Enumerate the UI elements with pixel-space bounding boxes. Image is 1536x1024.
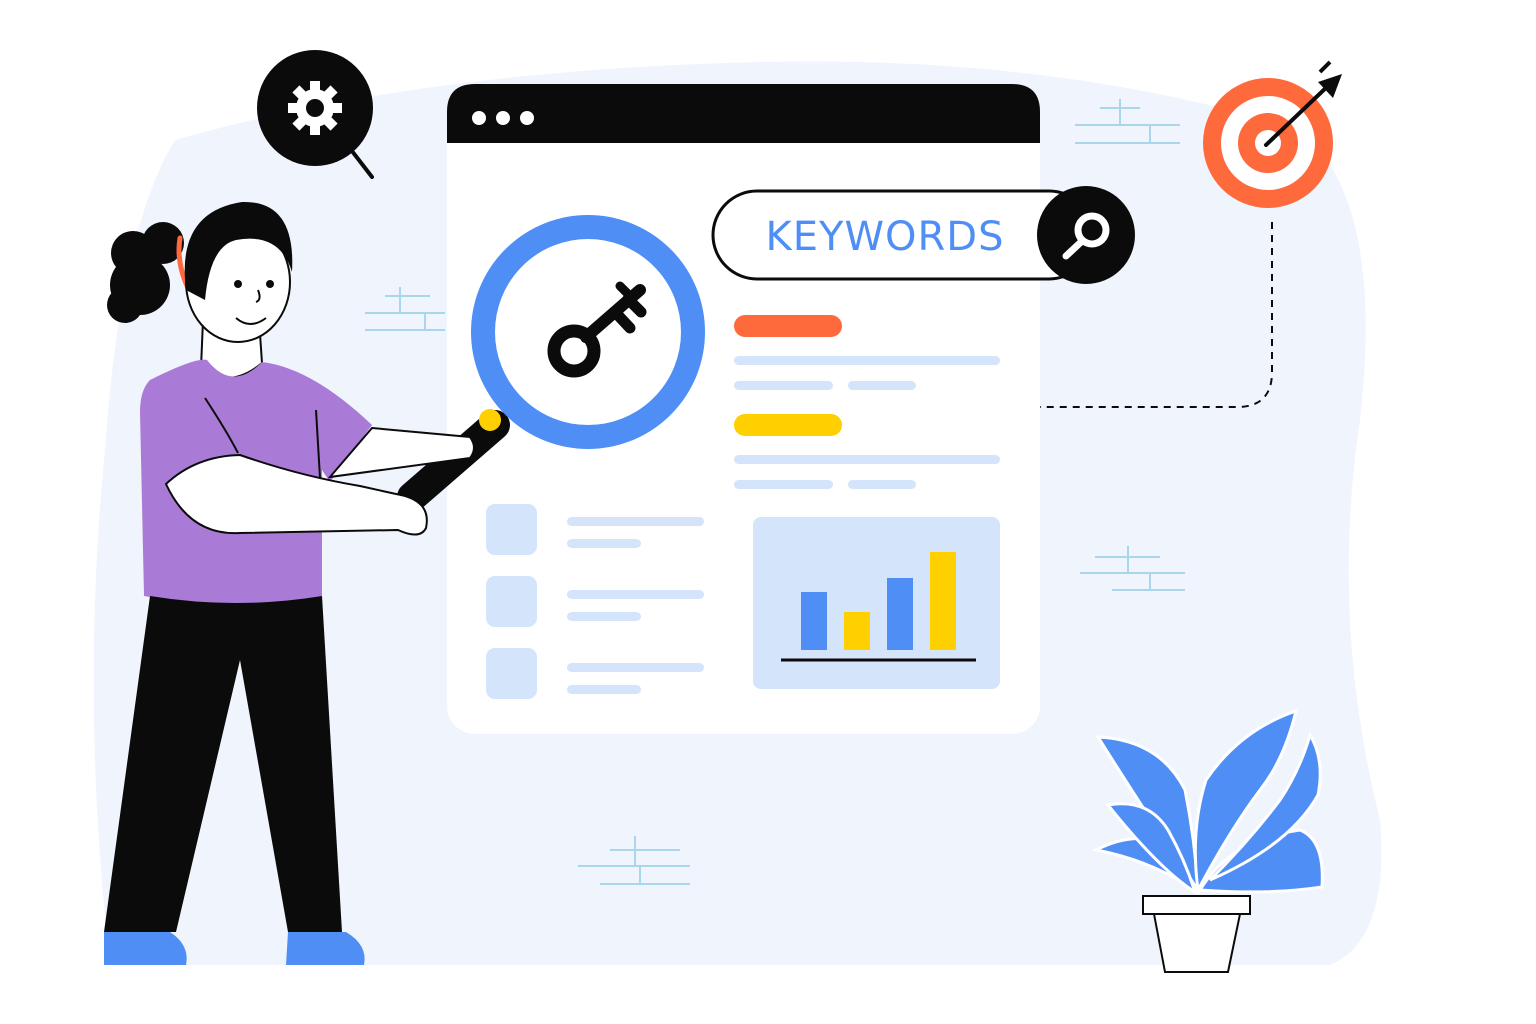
search-keyword-text: KEYWORDS: [766, 214, 1005, 260]
text-line: [734, 455, 1000, 464]
text-line: [734, 381, 833, 390]
chart-bar: [844, 612, 870, 650]
chart-panel: [753, 517, 1000, 689]
window-dot: [496, 111, 510, 125]
illustration: KEYWORDS: [93, 50, 1382, 973]
browser-titlebar: [447, 84, 1040, 143]
search-bar[interactable]: KEYWORDS: [711, 186, 1135, 284]
window-dot: [520, 111, 534, 125]
text-line: [734, 480, 833, 489]
text-line: [734, 356, 1000, 365]
heading-bar-yellow: [734, 414, 842, 436]
chart-bar: [801, 592, 827, 650]
chart-bar: [930, 552, 956, 650]
heading-bar-orange: [734, 315, 842, 337]
window-dot: [472, 111, 486, 125]
text-line: [848, 381, 916, 390]
search-icon[interactable]: [1037, 186, 1135, 284]
chart-bar: [887, 578, 913, 650]
text-line: [848, 480, 916, 489]
